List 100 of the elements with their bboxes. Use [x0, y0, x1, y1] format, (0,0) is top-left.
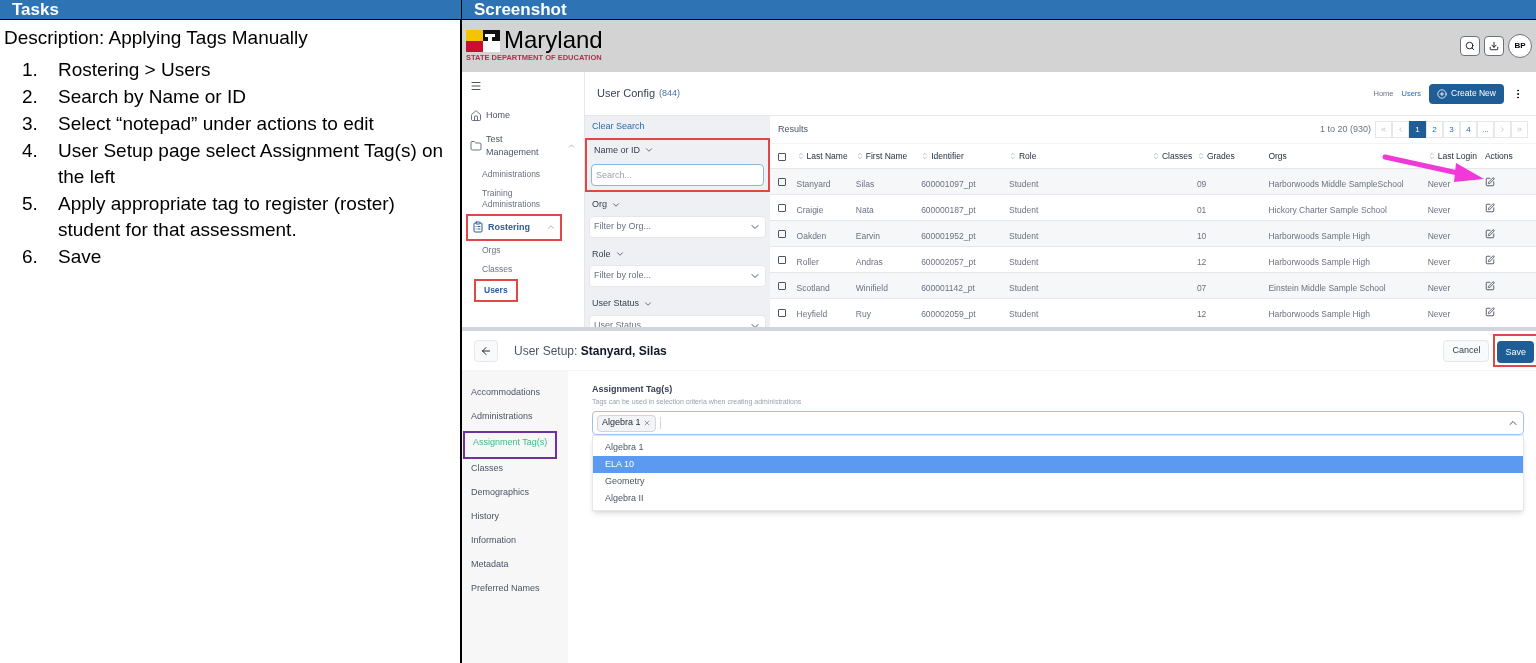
- search-field[interactable]: Search...: [591, 164, 764, 186]
- clear-search-link[interactable]: Clear Search: [589, 120, 766, 134]
- step-number: 2.: [22, 84, 39, 109]
- row-checkbox[interactable]: [778, 178, 786, 187]
- column-header: Classes: [1161, 149, 1193, 163]
- setup-nav-item[interactable]: Demographics: [463, 483, 538, 503]
- table-cell: Never: [1427, 282, 1451, 293]
- filter-label: User Status: [592, 297, 640, 310]
- page-button[interactable]: ...: [1477, 121, 1494, 138]
- edit-icon[interactable]: [1484, 202, 1495, 213]
- edit-icon[interactable]: [1484, 254, 1495, 265]
- table-cell: Winifield: [855, 282, 888, 293]
- back-button[interactable]: [474, 339, 498, 362]
- setup-nav-item[interactable]: Information: [463, 531, 525, 551]
- table-cell: Nata: [855, 204, 874, 215]
- cancel-button[interactable]: Cancel: [1443, 339, 1490, 362]
- remove-icon[interactable]: [642, 419, 651, 427]
- edit-icon[interactable]: [1484, 280, 1495, 291]
- table-cell: Andras: [855, 256, 883, 267]
- clipboard-icon: [472, 221, 484, 234]
- dropdown-option[interactable]: Algebra II: [593, 490, 1523, 507]
- sidebar-subitem[interactable]: Orgs: [474, 241, 564, 260]
- column-header: Last Login: [1437, 149, 1477, 163]
- select-all-checkbox[interactable]: [778, 152, 786, 161]
- setup-nav-item[interactable]: Classes: [463, 459, 511, 479]
- step-text: Search by Name or ID: [58, 84, 246, 109]
- step-number: 6.: [22, 244, 39, 269]
- sidebar-subitem[interactable]: Classes: [474, 260, 564, 279]
- sidebar-item[interactable]: Rostering: [468, 215, 560, 239]
- table-cell: Earvin: [855, 230, 880, 241]
- table-cell: 600002059_pt: [921, 308, 976, 319]
- filter-label: Name or ID: [594, 143, 640, 157]
- table-cell: Never: [1427, 256, 1451, 267]
- save-button[interactable]: Save: [1497, 341, 1534, 364]
- edit-icon[interactable]: [1484, 228, 1495, 239]
- menu-icon[interactable]: [470, 80, 482, 92]
- row-checkbox[interactable]: [778, 204, 786, 213]
- sidebar-subitem[interactable]: Users: [476, 281, 516, 300]
- page-button[interactable]: 2: [1426, 121, 1443, 138]
- table-cell: 600001142_pt: [921, 282, 975, 293]
- table-cell: 600000187_pt: [921, 204, 976, 215]
- table-cell: 600001097_pt: [921, 178, 976, 189]
- create-new-button[interactable]: Create New: [1429, 83, 1504, 104]
- step-text: Rostering > Users: [58, 57, 211, 82]
- step-text: Select “notepad” under actions to edit: [58, 111, 374, 136]
- filter-dropdown[interactable]: Filter by role...: [589, 265, 766, 287]
- sidebar-item[interactable]: Home: [466, 104, 514, 128]
- edit-icon[interactable]: [1484, 176, 1495, 187]
- table-cell: Heyfield: [796, 308, 828, 319]
- table-cell: Never: [1427, 308, 1451, 319]
- download-button[interactable]: [1484, 36, 1504, 56]
- tag-select-field[interactable]: Algebra 1: [592, 411, 1524, 435]
- setup-nav-item[interactable]: History: [463, 507, 507, 527]
- setup-nav-item[interactable]: Preferred Names: [463, 579, 548, 599]
- task-description: Description: Applying Tags Manually: [3, 26, 309, 50]
- setup-nav-item[interactable]: Accommodations: [463, 383, 549, 403]
- table-cell: Einstein Middle Sample School: [1268, 282, 1386, 293]
- row-checkbox[interactable]: [778, 308, 786, 317]
- page-button[interactable]: 1: [1409, 121, 1426, 138]
- filter-dropdown[interactable]: Filter by Org...: [589, 215, 766, 238]
- table-cell: Harborwoods Middle SampleSchool: [1268, 178, 1404, 189]
- table-cell: 600001952_pt: [921, 230, 976, 241]
- setup-nav-item[interactable]: Administrations: [463, 407, 541, 427]
- step-text: Apply appropriate tag to register (roster) student for that assessment.: [58, 191, 396, 242]
- page-title: User Config: [597, 86, 656, 102]
- step-text: Save: [58, 244, 102, 269]
- user-count: (844): [659, 86, 681, 100]
- filter-label: Org: [592, 198, 607, 211]
- filter-dropdown[interactable]: User Status: [589, 314, 766, 327]
- table-cell: Never: [1427, 178, 1451, 189]
- dropdown-option[interactable]: Geometry: [593, 473, 1523, 490]
- row-checkbox[interactable]: [778, 256, 786, 265]
- table-cell: 10: [1196, 230, 1207, 241]
- table-cell: Craigie: [796, 204, 824, 215]
- row-checkbox[interactable]: [778, 282, 786, 291]
- search-button[interactable]: [1460, 36, 1480, 56]
- sidebar-subitem[interactable]: Training Administrations: [474, 183, 564, 214]
- column-header: Orgs: [1268, 149, 1287, 163]
- filter-label: Role: [592, 247, 611, 261]
- dropdown-option[interactable]: Algebra 1: [593, 439, 1523, 456]
- setup-nav-item[interactable]: Metadata: [463, 555, 517, 575]
- table-cell: Silas: [855, 178, 875, 189]
- download-icon: [1489, 41, 1499, 51]
- table-cell: Oakden: [796, 230, 827, 241]
- sidebar-subitem[interactable]: Administrations: [474, 164, 564, 184]
- table-cell: Roller: [796, 256, 819, 267]
- page-button[interactable]: 4: [1460, 121, 1477, 138]
- column-header: Tasks: [0, 0, 462, 19]
- edit-icon[interactable]: [1484, 306, 1495, 317]
- logo-wordmark: Maryland: [504, 28, 603, 53]
- plus-icon: [1437, 88, 1448, 99]
- table-cell: Harborwoods Sample High: [1268, 230, 1370, 241]
- step-text: User Setup page select Assignment Tag(s) on the left: [58, 138, 444, 189]
- page-button[interactable]: 3: [1443, 121, 1460, 138]
- table-cell: 600002057_pt: [921, 256, 976, 267]
- sidebar-item[interactable]: Test Management: [466, 127, 580, 165]
- results-range: 1 to 20 (930): [1319, 122, 1371, 136]
- avatar[interactable]: BP: [1508, 34, 1532, 58]
- table-cell: Student: [1008, 282, 1039, 293]
- row-checkbox[interactable]: [778, 230, 786, 239]
